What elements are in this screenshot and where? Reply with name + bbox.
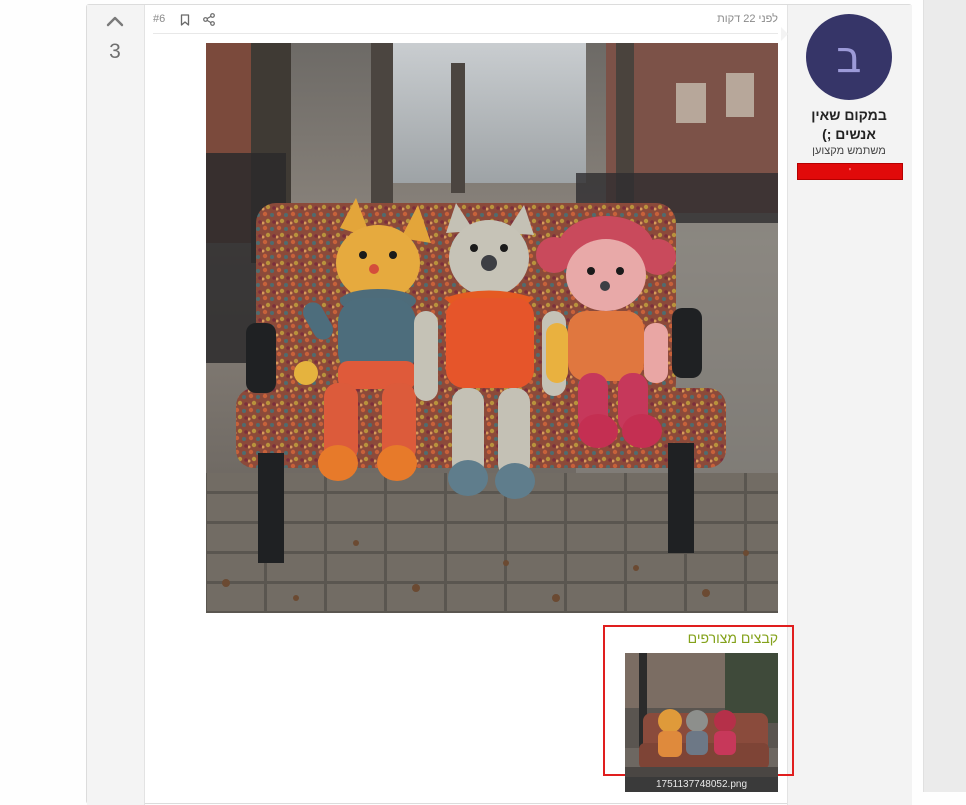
page-scrollbar-area[interactable]: [923, 0, 966, 792]
post-image[interactable]: [206, 43, 778, 613]
bookmark-icon[interactable]: [180, 14, 190, 26]
avatar[interactable]: ב: [806, 14, 892, 100]
post-timestamp[interactable]: לפני 22 דקות: [680, 13, 778, 25]
vote-count: 3: [109, 40, 121, 63]
user-column-pointer: [781, 27, 788, 41]
attachment-thumbnail[interactable]: 1751137748052.png: [625, 653, 778, 792]
chevron-up-icon[interactable]: [105, 13, 125, 29]
post-number[interactable]: #6: [153, 13, 165, 25]
user-title: משתמש מקצוען: [812, 145, 886, 157]
attachment-filename[interactable]: 1751137748052.png: [625, 777, 778, 792]
attachment-preview-picture: [625, 653, 778, 792]
username[interactable]: במקום שאין אנשים ;): [793, 106, 905, 144]
post-header-divider: [153, 33, 778, 34]
share-icon[interactable]: [203, 13, 215, 26]
attachments-title: קבצים מצורפים: [687, 630, 778, 646]
user-badge: ': [797, 163, 903, 180]
avatar-letter: ב: [836, 31, 862, 83]
knitted-toys-picture: [206, 43, 778, 613]
vote-column: [87, 5, 145, 805]
